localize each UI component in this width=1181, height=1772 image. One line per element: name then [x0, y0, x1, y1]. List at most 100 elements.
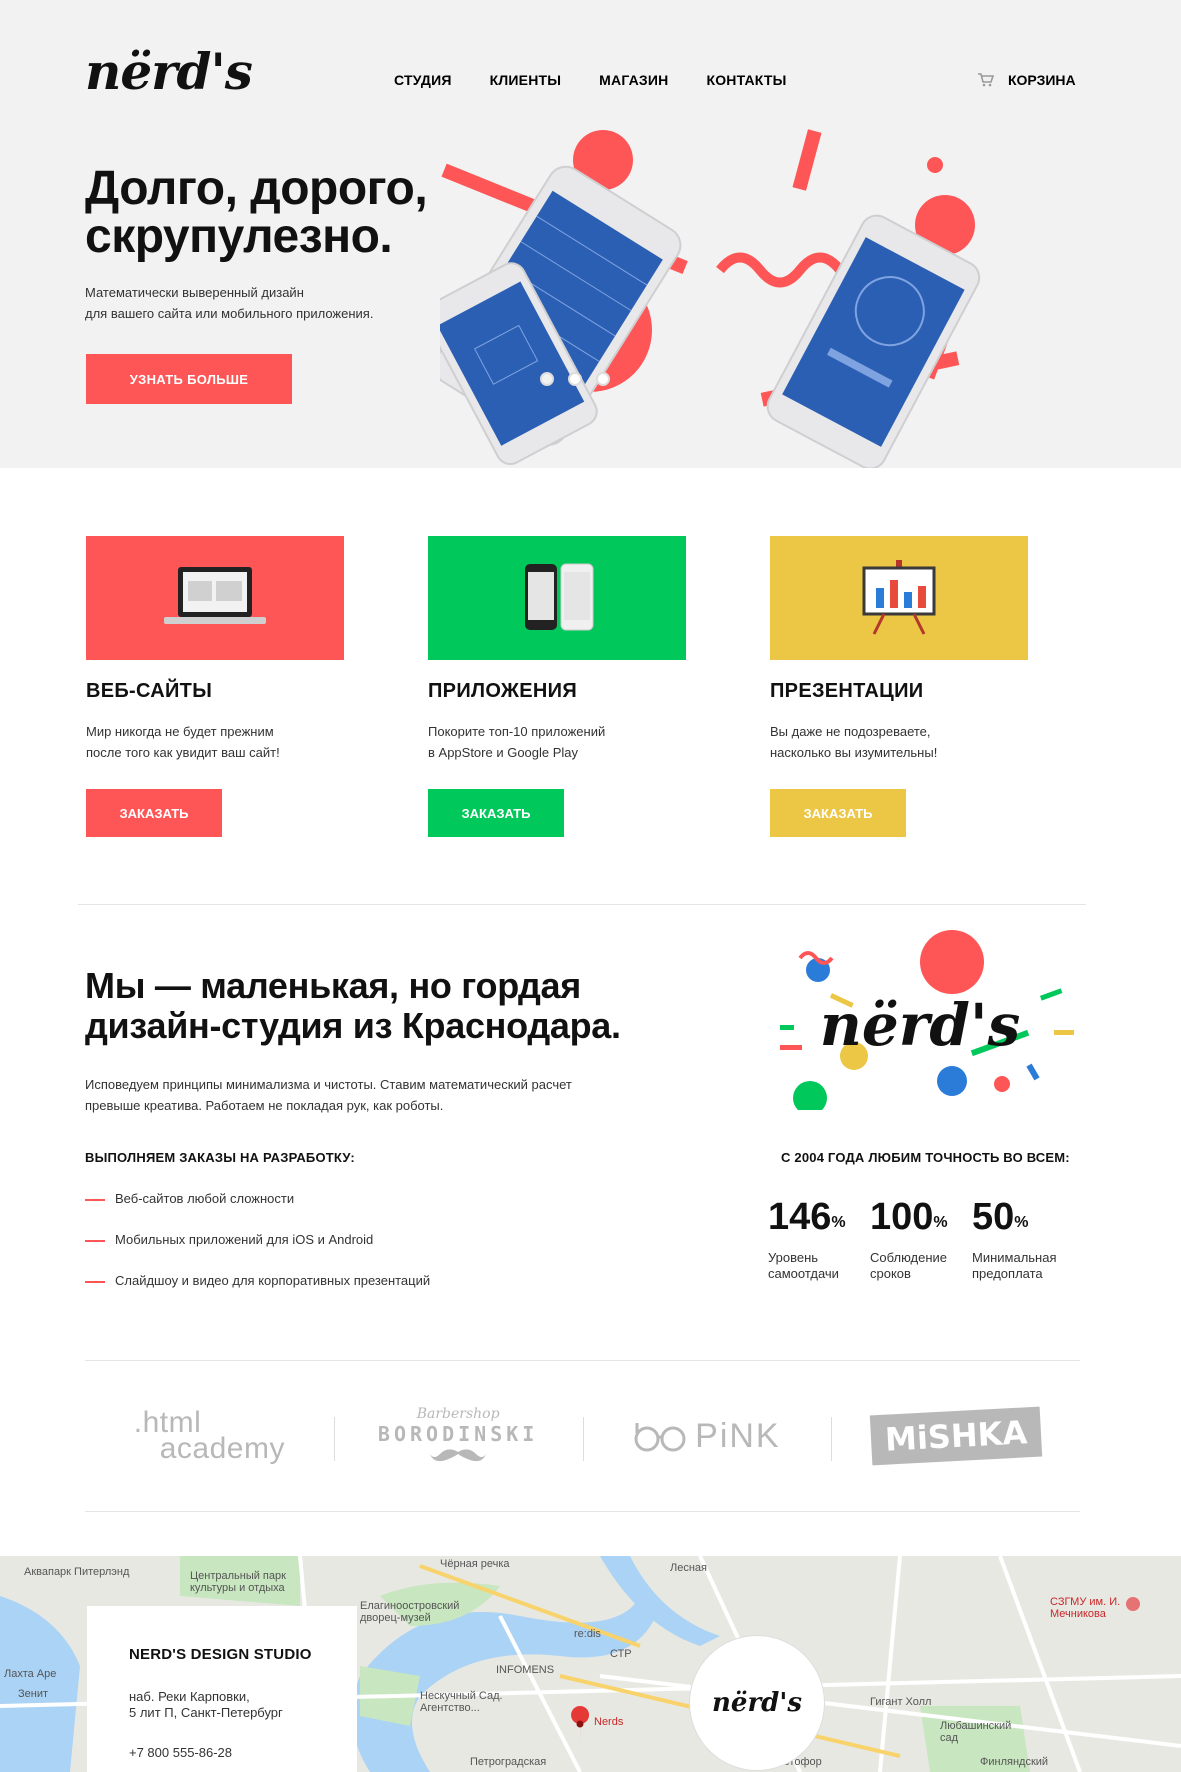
cart-link[interactable]: КОРЗИНА [978, 72, 1076, 88]
map-label: Центральный парк культуры и отдыха [190, 1570, 286, 1594]
stat-value: 50% [972, 1196, 1062, 1238]
stat-unit: % [933, 1214, 948, 1231]
service-text-line1: Вы даже не подозреваете, [770, 724, 931, 739]
nav-shop[interactable]: МАГАЗИН [599, 72, 668, 88]
map-label: Nerds [594, 1716, 624, 1728]
hero-subtitle: Математически выверенный дизайн для ваше… [85, 282, 425, 324]
borodinski-top-text: Barbershop [416, 1405, 500, 1422]
service-text-line2: насколько вы изумительны! [770, 745, 938, 760]
hero-subtitle-line2: для вашего сайта или мобильного приложен… [85, 306, 374, 321]
map-label: Любашинский сад [940, 1720, 1012, 1744]
partner-pink[interactable]: PiNK [582, 1361, 832, 1511]
contact-phone[interactable]: +7 800 555-86-28 [129, 1745, 357, 1760]
service-title: ВЕБ-САЙТЫ [86, 680, 213, 702]
nav-clients[interactable]: КЛИЕНТЫ [490, 72, 562, 88]
stat-caption: Минимальная предоплата [972, 1250, 1062, 1282]
hero-phones-illustration [440, 129, 981, 468]
slider-dot[interactable] [568, 372, 582, 386]
service-text-line1: Мир никогда не будет прежним [86, 724, 274, 739]
address-line1: наб. Реки Карповки, [129, 1689, 250, 1704]
map-logo-bubble: nërd's [690, 1636, 824, 1770]
pink-logo-text: PiNK [695, 1416, 781, 1455]
stat-caption-line2: самоотдачи [768, 1266, 839, 1281]
stat-caption-line2: предоплата [972, 1266, 1043, 1281]
hero-subtitle-line1: Математически выверенный дизайн [85, 285, 304, 300]
stat-caption-line1: Минимальная [972, 1250, 1057, 1265]
order-presentations-button[interactable]: ЗАКАЗАТЬ [770, 789, 906, 837]
hero-title-line1: Долго, дорого, [85, 162, 428, 215]
mishka-logo: MiSHKA [869, 1406, 1042, 1466]
map-label: re:dis [574, 1628, 601, 1640]
map-label: Лахта Аре [4, 1668, 57, 1680]
about-title-line2: дизайн-студия из Краснодара. [85, 1005, 621, 1046]
stat-caption: Уровень самоотдачи [768, 1250, 858, 1282]
stat-value: 146% [768, 1196, 858, 1238]
hero-section: nërd's СТУДИЯ КЛИЕНТЫ МАГАЗИН КОНТАКТЫ К… [0, 0, 1181, 468]
map-label: СТР [610, 1648, 632, 1660]
service-text: Мир никогда не будет прежним после того … [86, 721, 326, 763]
stats-label: С 2004 ГОДА ЛЮБИМ ТОЧНОСТЬ ВО ВСЕМ: [781, 1150, 1070, 1165]
services-list: Веб-сайтов любой сложности Мобильных при… [85, 1190, 430, 1313]
slider-dot[interactable] [540, 372, 554, 386]
stat-unit: % [1014, 1214, 1029, 1231]
service-websites: ВЕБ-САЙТЫ Мир никогда не будет прежним п… [86, 536, 344, 837]
main-nav: СТУДИЯ КЛИЕНТЫ МАГАЗИН КОНТАКТЫ [394, 72, 825, 88]
partners-section: .html academy Barbershop BORODINSKI PiNK… [85, 1360, 1080, 1512]
cart-label: КОРЗИНА [1008, 72, 1076, 88]
map-section[interactable]: Аквапарк Питерлэнд Центральный парк куль… [0, 1556, 1181, 1772]
map-label: Нескучный Сад. Агентство... [420, 1690, 503, 1714]
hero-title-line2: скрупулезно. [85, 210, 393, 263]
nav-contacts[interactable]: КОНТАКТЫ [706, 72, 786, 88]
service-image [86, 536, 344, 660]
stat-number: 146 [768, 1196, 832, 1238]
map-label: Аквапарк Питерлэнд [24, 1566, 130, 1578]
contact-card-title: NERD'S DESIGN STUDIO [129, 1646, 312, 1663]
order-apps-button[interactable]: ЗАКАЗАТЬ [428, 789, 564, 837]
borodinski-logo: Barbershop BORODINSKI [378, 1406, 538, 1467]
map-label: Елагиноостровский дворец-музей [360, 1600, 460, 1624]
service-text-line2: после того как увидит ваш сайт! [86, 745, 280, 760]
learn-more-button[interactable]: УЗНАТЬ БОЛЬШЕ [86, 354, 292, 404]
list-item: Веб-сайтов любой сложности [85, 1190, 430, 1231]
nerds-big-logo: nërd's [780, 930, 1074, 1110]
stat-number: 100 [870, 1196, 934, 1238]
partner-borodinski[interactable]: Barbershop BORODINSKI [333, 1361, 583, 1511]
stat-caption-line2: сроков [870, 1266, 911, 1281]
pink-logo: PiNK [633, 1417, 780, 1456]
address-line2: 5 лит П, Санкт-Петербург [129, 1705, 283, 1720]
phones-icon [525, 563, 594, 631]
html-academy-logo: .html academy [134, 1408, 285, 1465]
stat-caption-line1: Уровень [768, 1250, 819, 1265]
slider-dots [540, 372, 610, 386]
borodinski-main-text: BORODINSKI [377, 1421, 539, 1446]
service-presentations: ПРЕЗЕНТАЦИИ Вы даже не подозреваете, нас… [770, 536, 1028, 837]
glasses-icon [634, 1423, 686, 1452]
site-logo[interactable]: nërd's [85, 42, 253, 101]
map-label: Чёрная речка [440, 1558, 510, 1570]
partner-html-academy[interactable]: .html academy [85, 1361, 334, 1511]
map-label: Зенит [18, 1688, 49, 1700]
list-item: Мобильных приложений для iOS и Android [85, 1231, 430, 1272]
service-text: Вы даже не подозреваете, насколько вы из… [770, 721, 1010, 763]
stat-number: 50 [972, 1196, 1015, 1238]
about-text-line2: превыше креатива. Работаем не покладая р… [85, 1098, 444, 1113]
about-text: Исповедуем принципы минимализма и чистот… [85, 1074, 645, 1116]
about-text-line1: Исповедуем принципы минимализма и чистот… [85, 1077, 572, 1092]
html-academy-line2: academy [159, 1432, 285, 1465]
order-websites-button[interactable]: ЗАКАЗАТЬ [86, 789, 222, 837]
stat-unit: % [831, 1214, 846, 1231]
stat-caption-line1: Соблюдение [870, 1250, 948, 1265]
mustache-icon [430, 1448, 487, 1461]
map-label: Лесная [670, 1562, 707, 1574]
contact-card: NERD'S DESIGN STUDIO наб. Реки Карповки,… [87, 1606, 357, 1772]
map-label: СЗГМУ им. И. Мечникова [1050, 1596, 1121, 1620]
nav-studio[interactable]: СТУДИЯ [394, 72, 452, 88]
service-apps: ПРИЛОЖЕНИЯ Покорите топ-10 приложений в … [428, 536, 686, 837]
contact-address: наб. Реки Карповки, 5 лит П, Санкт-Петер… [129, 1689, 357, 1721]
laptop-icon [164, 567, 266, 624]
services-list-label: ВЫПОЛНЯЕМ ЗАКАЗЫ НА РАЗРАБОТКУ: [85, 1150, 355, 1165]
slider-dot[interactable] [596, 372, 610, 386]
stat-dedication: 146% Уровень самоотдачи [768, 1196, 858, 1282]
partner-mishka[interactable]: MiSHKA [831, 1361, 1080, 1511]
stat-value: 100% [870, 1196, 960, 1238]
